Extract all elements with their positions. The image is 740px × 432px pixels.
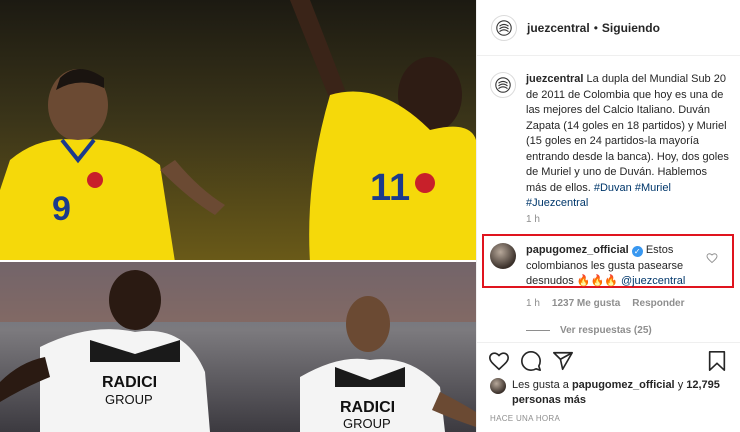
likes-user[interactable]: papugomez_official — [572, 379, 675, 391]
verified-badge-icon: ✓ — [631, 246, 643, 257]
comment-mention[interactable]: @juezcentral — [621, 275, 685, 287]
player-left-arm — [160, 160, 225, 215]
crest-left — [87, 172, 103, 188]
actions-divider — [476, 342, 740, 343]
comment-time: 1 h — [526, 298, 540, 309]
papugomez-avatar[interactable] — [490, 243, 516, 269]
reply-button[interactable]: Responder — [632, 298, 684, 309]
comment-text-block: papugomez_official ✓ Estos colombianos l… — [526, 243, 716, 290]
bookmark-icon[interactable] — [706, 350, 728, 372]
post-caption: juezcentral La dupla del Mundial Sub 20 … — [490, 72, 730, 212]
player-bottom-left-head — [109, 270, 161, 330]
photo-bottom-players-atalanta: RADICI GROUP RADICI GROUP — [0, 262, 476, 432]
caption-username[interactable]: juezcentral — [526, 73, 583, 85]
caption-time: 1 h — [526, 214, 540, 225]
header-separator: • — [593, 20, 598, 35]
caption-avatar[interactable] — [490, 72, 516, 98]
post-actions — [488, 350, 728, 374]
sponsor-left-2: GROUP — [105, 392, 153, 407]
player-left-jersey — [0, 139, 175, 262]
likes-conj: y — [677, 379, 684, 391]
referee-logo-icon — [495, 77, 511, 93]
header-username[interactable]: juezcentral — [527, 21, 590, 35]
caption-text-block: juezcentral La dupla del Mundial Sub 20 … — [526, 72, 730, 212]
comment-meta: 1 h 1237 Me gusta Responder — [526, 298, 685, 309]
replies-line — [526, 330, 550, 331]
likes-summary: Les gusta a papugomez_official y 12,795 … — [490, 378, 730, 408]
jersey-number-right: 11 — [370, 167, 410, 209]
comment: papugomez_official ✓ Estos colombianos l… — [490, 243, 730, 290]
comment-like-heart-icon[interactable] — [706, 252, 718, 264]
post-timestamp: HACE UNA HORA — [490, 414, 561, 423]
player-right-arm-raised — [290, 0, 345, 100]
jersey-number: 9 — [52, 190, 71, 228]
comment-icon[interactable] — [520, 350, 542, 372]
likes-prefix: Les gusta a — [512, 379, 569, 391]
post-photo: 9 11 RADICI GROUP RADICI GROUP — [0, 0, 476, 432]
sponsor-right-2: GROUP — [343, 416, 391, 431]
photo-bottom-illustration: RADICI GROUP RADICI GROUP — [0, 262, 476, 432]
share-icon[interactable] — [552, 350, 574, 372]
sponsor-right: RADICI — [340, 399, 395, 416]
referee-logo-icon — [496, 19, 512, 36]
comment-likes-count[interactable]: 1237 Me gusta — [552, 298, 620, 309]
caption-text: La dupla del Mundial Sub 20 de 2011 de C… — [526, 73, 729, 194]
player-bottom-right-head — [346, 296, 390, 352]
likes-text-block: Les gusta a papugomez_official y 12,795 … — [512, 378, 730, 408]
likes-avatar[interactable] — [490, 378, 506, 394]
photo-top-illustration: 9 11 — [0, 0, 476, 263]
view-replies-link[interactable]: Ver respuestas (25) — [526, 325, 652, 336]
view-replies-label[interactable]: Ver respuestas (25) — [560, 325, 652, 336]
comment-emojis: 🔥🔥🔥 — [576, 275, 618, 287]
juezcentral-avatar[interactable] — [491, 14, 517, 41]
crest-right — [415, 173, 435, 193]
photo-top-players-yellow: 9 11 — [0, 0, 476, 263]
post-header: juezcentral • Siguiendo — [477, 0, 740, 56]
comment-username[interactable]: papugomez_official — [526, 244, 629, 256]
sponsor-left: RADICI — [102, 374, 157, 391]
crowd-background — [0, 262, 476, 322]
follow-status-button[interactable]: Siguiendo — [602, 21, 660, 35]
heart-icon[interactable] — [488, 350, 510, 372]
